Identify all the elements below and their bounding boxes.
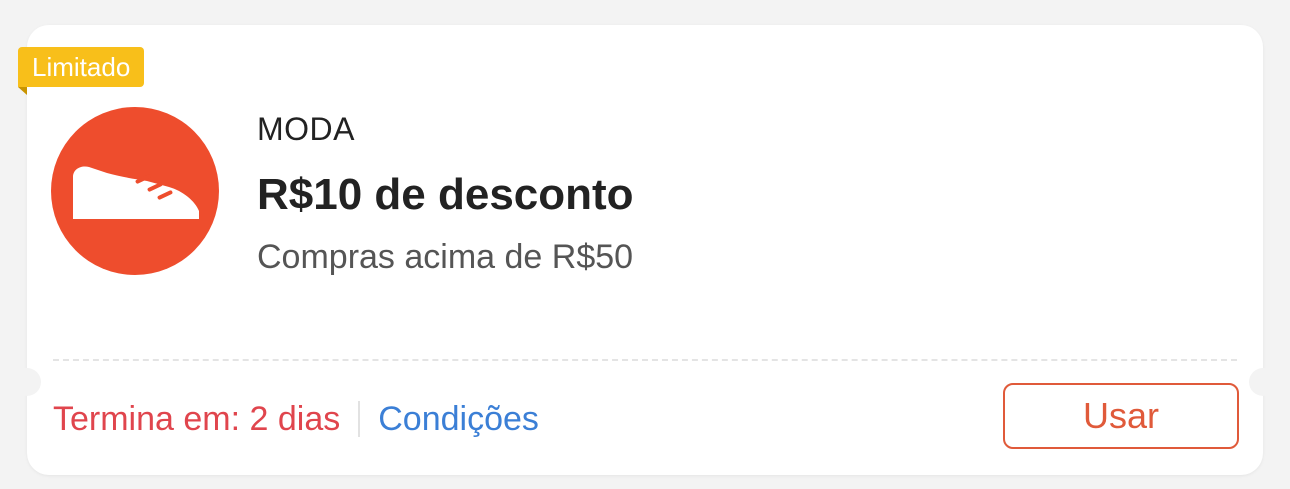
coupon-category: MODA: [257, 111, 355, 147]
dashed-divider: [53, 359, 1237, 361]
ticket-notch-left: [13, 368, 41, 396]
expiry-text: Termina em: 2 dias: [53, 400, 341, 438]
badge-fold: [18, 87, 27, 95]
conditions-link[interactable]: Condições: [378, 397, 539, 441]
coupon-min-spend: Compras acima de R$50: [257, 238, 634, 276]
coupon-footer-info: Termina em: 2 dias Condições: [53, 397, 539, 441]
coupon-card: Limitado MODA R$10 de desconto Compras a…: [13, 25, 1277, 475]
ticket-notch-right: [1249, 368, 1277, 396]
footer-separator: [358, 401, 361, 437]
coupon-title: R$10 de desconto: [257, 170, 634, 219]
use-coupon-button[interactable]: Usar: [1003, 383, 1239, 449]
sneaker-icon: [51, 107, 219, 275]
limited-badge: Limitado: [18, 47, 145, 87]
